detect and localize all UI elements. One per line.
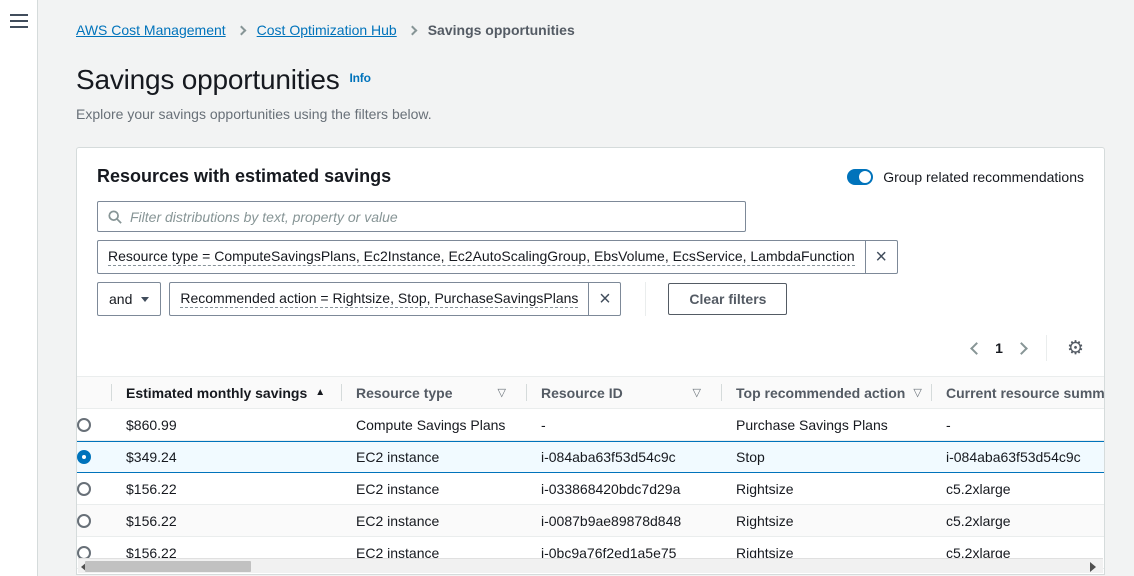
chevron-right-icon: [236, 25, 246, 35]
column-label: Resource type: [356, 385, 452, 401]
column-header-resource-type[interactable]: Resource type ▽: [341, 377, 526, 408]
breadcrumb-link-cost-optimization-hub[interactable]: Cost Optimization Hub: [257, 22, 397, 38]
column-label: Estimated monthly savings: [126, 385, 307, 401]
cell-resource-id: i-0087b9ae89878d848: [526, 513, 721, 529]
selection-column-header: [76, 377, 111, 408]
cell-resource-type: EC2 instance: [341, 513, 526, 529]
cell-resource-id: i-084aba63f53d54c9c: [526, 449, 721, 465]
menu-icon[interactable]: [10, 14, 28, 28]
cell-resource-type: EC2 instance: [341, 449, 526, 465]
settings-gear-icon[interactable]: ⚙: [1067, 339, 1084, 358]
sort-icon[interactable]: ▽: [905, 386, 921, 399]
cell-resource-type: Compute Savings Plans: [341, 417, 526, 433]
panel-title: Resources with estimated savings: [97, 166, 391, 187]
search-placeholder: Filter distributions by text, property o…: [130, 209, 398, 225]
column-header-estimated-monthly-savings[interactable]: Estimated monthly savings ▲: [111, 377, 341, 408]
toggle-label: Group related recommendations: [883, 169, 1084, 185]
previous-page-icon[interactable]: [970, 342, 983, 355]
token-operator-select[interactable]: and: [97, 282, 161, 316]
row-radio-button[interactable]: [77, 514, 91, 528]
column-divider: [111, 384, 112, 401]
column-label: Current resource summary: [946, 385, 1105, 401]
filter-token-row-1: Resource type = ComputeSavingsPlans, Ec2…: [97, 240, 1084, 274]
scrollbar-thumb[interactable]: [85, 561, 251, 572]
row-radio-button[interactable]: [77, 418, 91, 432]
side-navigation: [0, 0, 38, 576]
clear-filters-button[interactable]: Clear filters: [668, 283, 787, 315]
next-page-icon[interactable]: [1015, 342, 1028, 355]
filter-token-row-2: and Recommended action = Rightsize, Stop…: [97, 282, 1084, 316]
filter-token-text[interactable]: Recommended action = Rightsize, Stop, Pu…: [180, 290, 578, 308]
sort-icon[interactable]: ▽: [490, 386, 506, 399]
table-row-selected[interactable]: $349.24 EC2 instance i-084aba63f53d54c9c…: [76, 441, 1105, 473]
cell-action: Stop: [721, 449, 931, 465]
filter-token-recommended-action: Recommended action = Rightsize, Stop, Pu…: [169, 282, 621, 316]
cell-action: Rightsize: [721, 481, 931, 497]
sort-icon[interactable]: ▽: [685, 386, 701, 399]
cell-resource-id: -: [526, 417, 721, 433]
chevron-down-icon: [141, 297, 149, 302]
column-label: Top recommended action: [736, 385, 905, 401]
column-label: Resource ID: [541, 385, 623, 401]
column-divider: [526, 384, 527, 401]
toggle-knob: [859, 171, 871, 183]
divider: [1046, 335, 1047, 361]
horizontal-scrollbar[interactable]: [78, 558, 1103, 573]
token-operator-label: and: [109, 291, 132, 307]
table-row[interactable]: $156.22 EC2 instance i-0087b9ae89878d848…: [76, 505, 1105, 537]
page-title: Savings opportunities Info: [76, 64, 1134, 96]
table-row[interactable]: $860.99 Compute Savings Plans - Purchase…: [76, 409, 1105, 441]
cell-current: c5.2xlarge: [931, 513, 1105, 529]
dismiss-token-icon[interactable]: ×: [865, 241, 897, 273]
column-header-current-resource-summary[interactable]: Current resource summary ▽: [931, 377, 1105, 408]
cell-savings: $860.99: [111, 417, 341, 433]
search-icon: [108, 210, 122, 224]
chevron-right-icon: [407, 25, 417, 35]
divider: [645, 282, 646, 316]
resources-panel: Resources with estimated savings Group r…: [76, 147, 1105, 575]
group-recommendations-toggle-wrap: Group related recommendations: [847, 169, 1084, 185]
cell-resource-id: i-033868420bdc7d29a: [526, 481, 721, 497]
cell-savings: $349.24: [111, 449, 341, 465]
dismiss-token-icon[interactable]: ×: [588, 283, 620, 315]
pagination: 1 ⚙: [97, 328, 1084, 368]
cell-action: Purchase Savings Plans: [721, 417, 931, 433]
row-radio-button-checked[interactable]: [77, 450, 91, 464]
filter-token-resource-type: Resource type = ComputeSavingsPlans, Ec2…: [97, 240, 898, 274]
table-header-row: Estimated monthly savings ▲ Resource typ…: [76, 376, 1105, 409]
savings-table: Estimated monthly savings ▲ Resource typ…: [76, 376, 1105, 569]
breadcrumb: AWS Cost Management Cost Optimization Hu…: [76, 22, 1134, 38]
column-divider: [721, 384, 722, 401]
column-divider: [341, 384, 342, 401]
cell-current: i-084aba63f53d54c9c: [931, 449, 1105, 465]
cell-current: -: [931, 417, 1105, 433]
breadcrumb-current: Savings opportunities: [428, 22, 575, 38]
page-description: Explore your savings opportunities using…: [76, 106, 1134, 122]
column-header-resource-id[interactable]: Resource ID ▽: [526, 377, 721, 408]
row-radio-button[interactable]: [77, 482, 91, 496]
table-row[interactable]: $156.22 EC2 instance i-033868420bdc7d29a…: [76, 473, 1105, 505]
cell-savings: $156.22: [111, 481, 341, 497]
cell-action: Rightsize: [721, 513, 931, 529]
group-recommendations-toggle[interactable]: [847, 169, 873, 185]
scroll-right-icon[interactable]: [1090, 562, 1096, 572]
sort-ascending-icon[interactable]: ▲: [307, 387, 325, 398]
page-title-text: Savings opportunities: [76, 64, 340, 95]
breadcrumb-link-cost-management[interactable]: AWS Cost Management: [76, 22, 226, 38]
column-header-top-recommended-action[interactable]: Top recommended action ▽: [721, 377, 931, 408]
current-page[interactable]: 1: [995, 340, 1003, 356]
cell-resource-type: EC2 instance: [341, 481, 526, 497]
info-link[interactable]: Info: [350, 71, 371, 85]
filter-token-text[interactable]: Resource type = ComputeSavingsPlans, Ec2…: [108, 248, 855, 266]
page-header: AWS Cost Management Cost Optimization Hu…: [38, 0, 1134, 122]
cell-savings: $156.22: [111, 513, 341, 529]
cell-current: c5.2xlarge: [931, 481, 1105, 497]
column-divider: [931, 384, 932, 401]
filter-search-input[interactable]: Filter distributions by text, property o…: [97, 201, 746, 232]
